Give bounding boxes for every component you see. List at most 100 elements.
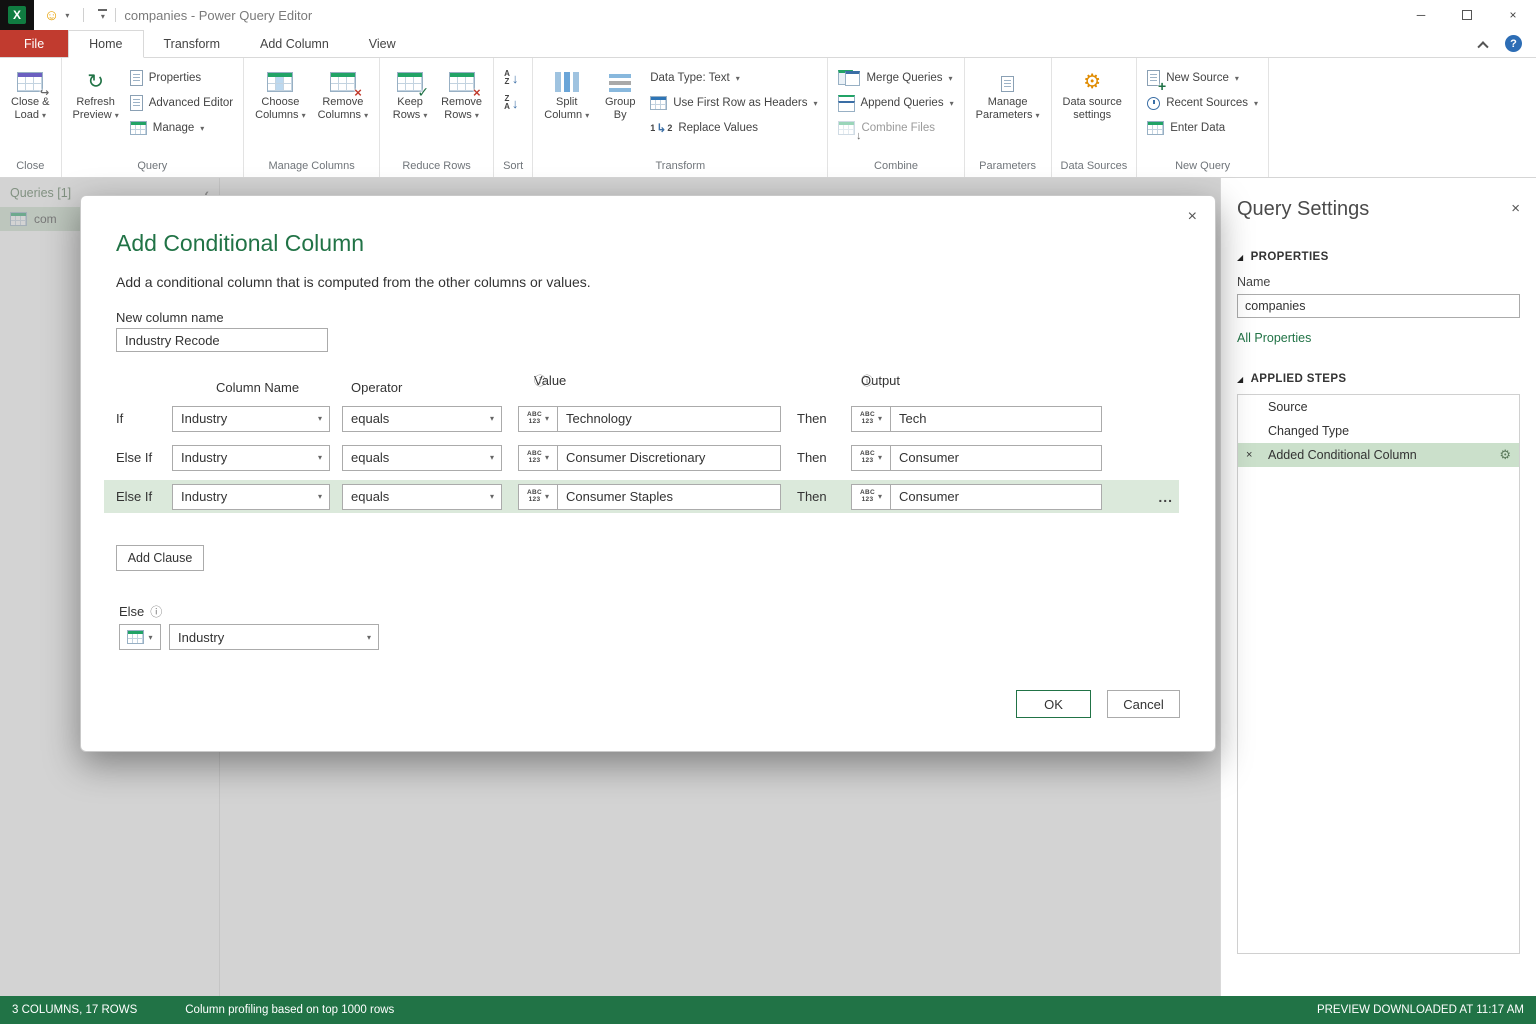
step-source[interactable]: Source: [1238, 395, 1519, 419]
new-column-name-input[interactable]: [116, 328, 328, 352]
manage-button[interactable]: Manage ▾: [125, 117, 210, 139]
sort-ascending-button[interactable]: AZ ↓: [499, 67, 523, 89]
then-label: Then: [797, 411, 835, 426]
column-dropdown[interactable]: Industry▾: [172, 484, 330, 510]
output-input[interactable]: [890, 445, 1102, 471]
data-source-settings-button[interactable]: ⚙ Data sourcesettings: [1057, 60, 1128, 124]
caret-icon: ▾: [545, 414, 549, 423]
delete-step-icon[interactable]: ×: [1246, 449, 1268, 461]
caret-icon: ▾: [302, 111, 306, 120]
help-icon[interactable]: ?: [1505, 35, 1522, 52]
step-changed-type[interactable]: Changed Type: [1238, 419, 1519, 443]
output-type-button[interactable]: ABC123▾: [851, 445, 891, 471]
caret-icon[interactable]: ▾: [65, 11, 69, 20]
minimize-button[interactable]: ─: [1398, 0, 1444, 30]
value-type-button[interactable]: ABC123▾: [518, 445, 558, 471]
tab-file[interactable]: File: [0, 30, 68, 57]
close-and-load-button[interactable]: ↪ Close &Load ▾: [5, 60, 56, 124]
ribbon-group-combine: Merge Queries ▾ Append Queries ▾ ↓ Combi…: [828, 58, 964, 177]
customize-toolbar-icon[interactable]: ▾: [98, 9, 107, 21]
query-settings-close-button[interactable]: ×: [1511, 200, 1520, 217]
value-input[interactable]: [557, 406, 781, 432]
data-type-button[interactable]: Data Type: Text ▾: [645, 67, 745, 89]
use-first-row-as-headers-button[interactable]: Use First Row as Headers ▾: [645, 92, 822, 114]
dialog-close-button[interactable]: ×: [1188, 208, 1197, 226]
manage-parameters-button[interactable]: ManageParameters ▾: [970, 60, 1046, 124]
output-input[interactable]: [890, 406, 1102, 432]
properties-section-header[interactable]: ◢ PROPERTIES: [1237, 251, 1520, 263]
advanced-editor-button[interactable]: Advanced Editor: [125, 92, 238, 114]
value-input[interactable]: [557, 484, 781, 510]
step-added-conditional-column[interactable]: × Added Conditional Column ⚙: [1238, 443, 1519, 467]
applied-steps-section-header[interactable]: ◢ APPLIED STEPS: [1237, 373, 1520, 385]
caret-icon: ▾: [1235, 74, 1239, 83]
ribbon-group-manage-columns: ChooseColumns ▾ × RemoveColumns ▾ Manage…: [244, 58, 380, 177]
operator-dropdown[interactable]: equals▾: [342, 484, 502, 510]
caret-icon: ▾: [364, 111, 368, 120]
tab-view[interactable]: View: [349, 30, 416, 57]
close-button[interactable]: ×: [1490, 0, 1536, 30]
remove-columns-button[interactable]: × RemoveColumns ▾: [312, 60, 374, 124]
caret-icon: ▾: [490, 492, 494, 501]
output-type-button[interactable]: ABC123▾: [851, 406, 891, 432]
value-type-button[interactable]: ABC123▾: [518, 484, 558, 510]
recent-sources-button[interactable]: Recent Sources ▾: [1142, 92, 1263, 114]
ribbon-group-new-query: + New Source ▾ Recent Sources ▾ Enter Da…: [1137, 58, 1269, 177]
group-label-reduce-rows: Reduce Rows: [385, 158, 488, 177]
query-name-input[interactable]: [1237, 294, 1520, 318]
column-dropdown[interactable]: Industry▾: [172, 406, 330, 432]
remove-rows-button[interactable]: × RemoveRows ▾: [435, 60, 488, 124]
group-label-close: Close: [5, 158, 56, 177]
column-name-header: Column Name: [216, 380, 299, 395]
cancel-button[interactable]: Cancel: [1107, 690, 1180, 718]
status-profiling[interactable]: Column profiling based on top 1000 rows: [185, 1004, 394, 1016]
sort-descending-button[interactable]: ZA ↓: [499, 92, 523, 114]
merge-queries-button[interactable]: Merge Queries ▾: [833, 67, 957, 89]
add-clause-button[interactable]: Add Clause: [116, 545, 204, 571]
caret-icon: ▾: [475, 111, 479, 120]
refresh-preview-button[interactable]: ↻ RefreshPreview ▾: [67, 60, 125, 124]
group-by-button[interactable]: GroupBy: [595, 60, 645, 124]
append-queries-button[interactable]: Append Queries ▾: [833, 92, 958, 114]
tab-transform[interactable]: Transform: [144, 30, 241, 57]
new-source-button[interactable]: + New Source ▾: [1142, 67, 1244, 89]
output-input[interactable]: [890, 484, 1102, 510]
value-type-button[interactable]: ABC123▾: [518, 406, 558, 432]
collapse-ribbon-icon[interactable]: [1477, 41, 1488, 52]
else-label: Else ⓘ: [119, 603, 162, 620]
output-type-button[interactable]: ABC123▾: [851, 484, 891, 510]
divider: [83, 8, 84, 22]
column-dropdown[interactable]: Industry▾: [172, 445, 330, 471]
replace-values-icon: 1↳2: [650, 121, 672, 135]
abc123-icon: ABC123: [860, 412, 875, 425]
properties-button[interactable]: Properties: [125, 67, 206, 89]
tab-add-column[interactable]: Add Column: [240, 30, 349, 57]
enter-data-button[interactable]: Enter Data: [1142, 117, 1230, 139]
ok-button[interactable]: OK: [1016, 690, 1091, 718]
info-icon: ⓘ: [861, 372, 873, 389]
keep-rows-button[interactable]: ✓ KeepRows ▾: [385, 60, 435, 124]
operator-dropdown[interactable]: equals▾: [342, 445, 502, 471]
more-options-button[interactable]: ...: [1158, 489, 1173, 505]
tab-home[interactable]: Home: [68, 30, 143, 58]
split-column-button[interactable]: SplitColumn ▾: [538, 60, 595, 124]
group-label-new-query: New Query: [1142, 158, 1263, 177]
value-input[interactable]: [557, 445, 781, 471]
remove-rows-icon: ×: [449, 66, 475, 92]
keep-rows-icon: ✓: [397, 66, 423, 92]
else-type-button[interactable]: ▾: [119, 624, 161, 650]
choose-columns-icon: [267, 66, 293, 92]
operator-dropdown[interactable]: equals▾: [342, 406, 502, 432]
abc123-icon: ABC123: [527, 490, 542, 503]
group-label-combine: Combine: [833, 158, 958, 177]
ribbon-group-parameters: ManageParameters ▾ Parameters: [965, 58, 1052, 177]
step-settings-gear-icon[interactable]: ⚙: [1499, 447, 1511, 463]
caret-icon: ▾: [367, 633, 371, 642]
else-value-dropdown[interactable]: Industry ▾: [169, 624, 379, 650]
all-properties-link[interactable]: All Properties: [1237, 331, 1311, 345]
maximize-button[interactable]: [1444, 0, 1490, 30]
choose-columns-button[interactable]: ChooseColumns ▾: [249, 60, 311, 124]
combine-files-icon: ↓: [838, 121, 855, 135]
replace-values-button[interactable]: 1↳2 Replace Values: [645, 117, 763, 139]
feedback-smiley-icon[interactable]: ☺: [44, 8, 59, 23]
